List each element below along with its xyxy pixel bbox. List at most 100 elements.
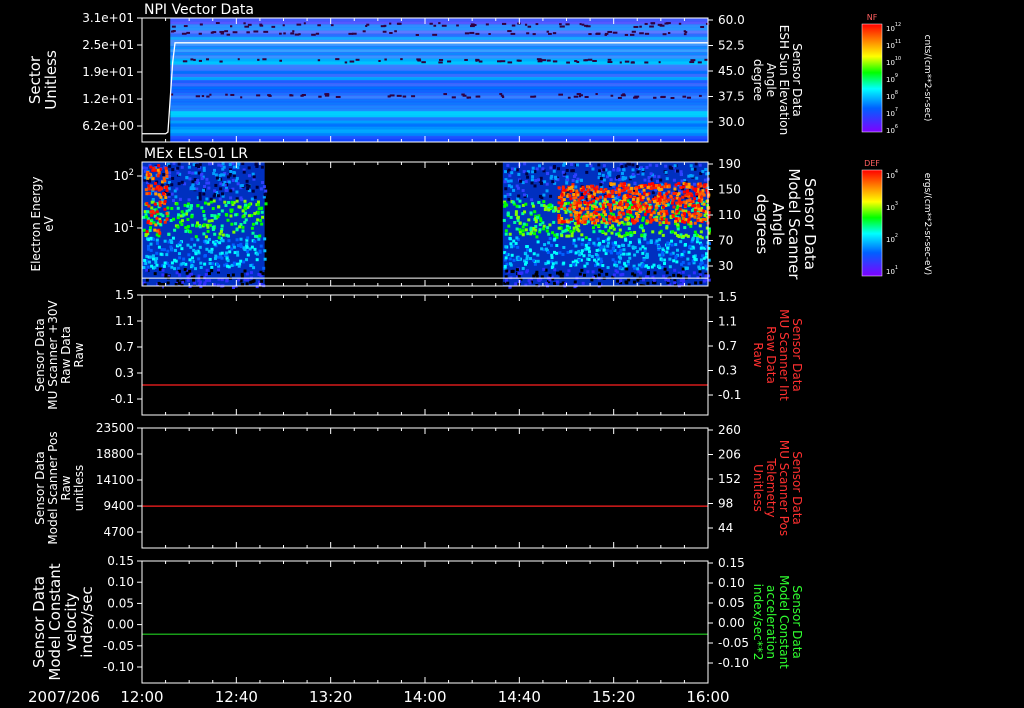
spectro-pixel	[665, 271, 669, 275]
spectro-hot	[693, 208, 697, 212]
spectro-pixel	[205, 223, 209, 227]
spectro-pixel	[155, 238, 159, 242]
spectro-pixel	[704, 167, 708, 171]
spectro-pixel	[622, 252, 626, 256]
spectro-hot	[623, 198, 627, 202]
spectro-hot	[155, 185, 159, 189]
spectro-pixel	[551, 180, 555, 184]
heatmap-row	[170, 117, 709, 121]
spectro-hot	[687, 182, 691, 186]
spectro-pixel	[255, 252, 259, 256]
spectro-pixel	[704, 264, 708, 268]
spectro-pixel	[648, 163, 652, 167]
y-tick-label: 18800	[96, 447, 134, 461]
spectro-hot	[146, 220, 150, 224]
spectro-pixel	[150, 200, 154, 204]
spectro-pixel	[668, 257, 672, 261]
spectro-pixel	[194, 235, 198, 239]
spectro-hot	[694, 189, 698, 193]
spectro-pixel	[249, 264, 253, 268]
spectro-hot	[561, 185, 565, 189]
spectro-pixel	[611, 247, 615, 251]
spectro-pixel	[581, 238, 585, 242]
heatmap-dot	[349, 60, 355, 63]
spectro-pixel	[213, 189, 217, 193]
time-tick-label: 12:40	[215, 688, 258, 706]
spectro-pixel	[215, 262, 219, 266]
spectro-pixel	[522, 170, 526, 174]
spectro-pixel	[611, 224, 615, 228]
spectro-pixel	[255, 185, 259, 189]
spectro-pixel	[594, 200, 598, 204]
spectro-pixel	[160, 183, 164, 187]
spectro-hot	[693, 212, 697, 216]
spectro-hot	[608, 221, 612, 225]
spectro-hot	[671, 210, 675, 214]
spectro-pixel	[239, 259, 243, 263]
spectro-pixel	[145, 232, 149, 236]
heatmap-dot	[581, 23, 585, 26]
y-axis-label: index/sec	[78, 586, 96, 657]
spectro-pixel	[182, 257, 186, 261]
right-tick-label: 1.5	[718, 290, 737, 304]
spectro-pixel	[679, 240, 683, 244]
spectro-pixel	[530, 181, 534, 185]
spectro-pixel	[198, 245, 202, 249]
spectro-hot	[592, 215, 596, 219]
spectro-pixel	[203, 217, 207, 221]
heatmap-dot	[279, 59, 283, 62]
spectro-pixel	[263, 237, 267, 241]
spectro-pixel	[200, 173, 204, 177]
spectro-hot	[658, 192, 662, 196]
spectro-pixel	[257, 237, 261, 241]
heatmap-dot	[619, 61, 622, 64]
spectro-pixel	[170, 192, 174, 196]
time-tick-label: 12:00	[120, 688, 163, 706]
spectro-pixel	[187, 171, 191, 175]
spectro-hot	[630, 218, 634, 222]
spectro-pixel	[194, 252, 198, 256]
spectro-hot	[616, 206, 620, 210]
spectro-hot	[149, 165, 153, 169]
time-tick-label: 14:40	[498, 688, 541, 706]
heatmap-dot	[567, 96, 571, 99]
spectro-pixel	[521, 225, 525, 229]
right-tick-label: 37.5	[718, 90, 745, 104]
spectro-hot	[568, 194, 572, 198]
spectro-pixel	[242, 170, 246, 174]
spectro-pixel	[173, 228, 177, 232]
spectro-pixel	[575, 225, 579, 229]
y-tick-label: 1.1	[115, 314, 134, 328]
spectro-pixel	[561, 230, 565, 234]
spectro-hot	[583, 220, 587, 224]
spectro-pixel	[529, 211, 533, 215]
spectro-pixel	[622, 243, 626, 247]
y-tick-label: 0.7	[115, 340, 134, 354]
spectro-pixel	[203, 184, 207, 188]
spectro-pixel	[176, 206, 180, 210]
spectro-pixel	[579, 178, 583, 182]
spectro-pixel	[173, 267, 177, 271]
spectro-pixel	[645, 264, 649, 268]
spectro-pixel	[221, 162, 225, 166]
spectro-pixel	[193, 281, 197, 285]
spectro-pixel	[633, 230, 637, 234]
spectro-pixel	[641, 168, 645, 172]
spectro-pixel	[665, 177, 669, 181]
spectro-pixel	[604, 252, 608, 256]
spectro-pixel	[521, 189, 525, 193]
spectro-pixel	[163, 239, 167, 243]
heatmap-dot	[516, 59, 520, 62]
spectro-pixel	[229, 169, 233, 173]
spectro-pixel	[553, 233, 557, 237]
spectro-pixel	[628, 240, 632, 244]
spectro-pixel	[182, 213, 186, 217]
spectro-pixel	[593, 258, 597, 262]
heatmap-dot	[686, 96, 692, 99]
heatmap-dot	[186, 31, 190, 34]
spectro-pixel	[640, 233, 644, 237]
spectro-pixel	[222, 173, 226, 177]
spectro-pixel	[199, 261, 203, 265]
heatmap-dot	[443, 93, 448, 96]
spectro-hot	[584, 190, 588, 194]
